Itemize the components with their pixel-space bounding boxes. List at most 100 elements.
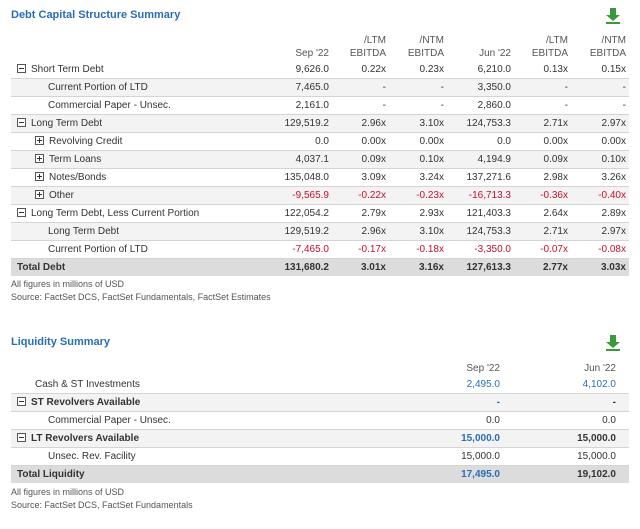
cell-value: -0.18x: [416, 244, 444, 255]
debt-header-col-3: Jun '22: [451, 34, 511, 60]
debt-section-title: Debt Capital Structure Summary: [11, 9, 181, 21]
liquidity-footnote-units: All figures in millions of USD: [11, 487, 125, 497]
expand-icon[interactable]: [35, 172, 44, 181]
row-label-text: Current Portion of LTD: [48, 82, 148, 93]
collapse-icon[interactable]: [17, 433, 26, 442]
debt-table: Short Term Debt 9,626.0 0.22x 0.23x 6,210.0 0…: [11, 61, 629, 276]
cell-value: 2.89x: [601, 208, 626, 219]
debt-header-col-0: Sep '22: [269, 34, 329, 60]
cell-value: -0.08x: [598, 244, 626, 255]
cell-value: 3.24x: [419, 172, 444, 183]
liquidity-header-col-1: Jun '22: [584, 363, 616, 374]
header-line-2: EBITDA: [407, 48, 444, 59]
total-label: Total Liquidity: [17, 469, 85, 480]
cell-value: 2.97x: [601, 226, 626, 237]
cell-value[interactable]: -: [420, 394, 500, 412]
cell-value: 0.23x: [419, 64, 444, 75]
row-label-text: Current Portion of LTD: [48, 244, 148, 255]
header-line-1: [269, 34, 329, 47]
row-label-text: Other: [49, 190, 75, 201]
table-row: ST Revolvers Available - -: [11, 394, 629, 412]
cell-value: -: [622, 82, 626, 93]
table-row: Notes/Bonds 135,048.0 3.09x 3.24x 137,271.6 2…: [11, 169, 629, 187]
cell-value[interactable]: 15,000.0: [420, 430, 500, 448]
row-label: Commercial Paper - Unsec.: [48, 97, 171, 115]
table-row: Current Portion of LTD -7,465.0 -0.17x -0.1…: [11, 241, 629, 259]
cell-value: 0.0: [602, 415, 616, 426]
cell-value: -: [440, 82, 444, 93]
row-label: Long Term Debt: [17, 115, 102, 133]
cell-value: 0.15x: [601, 64, 626, 75]
cell-value: 15,000.0: [577, 433, 616, 444]
cell-value: -: [440, 100, 444, 111]
total-value: 3.16x: [418, 262, 444, 273]
liquidity-header-col-0: Sep '22: [466, 363, 500, 374]
row-label: Commercial Paper - Unsec.: [48, 412, 171, 430]
header-line-1: /LTM: [545, 35, 568, 46]
collapse-icon[interactable]: [17, 118, 26, 127]
row-label-text: LT Revolvers Available: [31, 433, 140, 444]
row-label-text: Unsec. Rev. Facility: [48, 451, 136, 462]
download-arrow-icon[interactable]: [606, 335, 620, 351]
cell-value: 15,000.0: [577, 451, 616, 462]
row-label: Cash & ST Investments: [35, 376, 140, 394]
header-line-1: [451, 34, 511, 47]
row-label: LT Revolvers Available: [17, 430, 139, 448]
total-label: Total Debt: [17, 262, 66, 273]
row-label: Other: [35, 187, 74, 205]
cell-value[interactable]: 2,495.0: [420, 376, 500, 394]
expand-icon[interactable]: [35, 136, 44, 145]
header-line-1: /NTM: [419, 35, 444, 46]
collapse-icon[interactable]: [17, 397, 26, 406]
table-row: LT Revolvers Available 15,000.0 15,000.0: [11, 430, 629, 448]
table-row: Commercial Paper - Unsec. 0.0 0.0: [11, 412, 629, 430]
row-label: ST Revolvers Available: [17, 394, 140, 412]
debt-header-col-1: /LTM EBITDA: [326, 34, 386, 60]
row-label-text: Long Term Debt: [48, 226, 119, 237]
total-row: Total Liquidity 17,495.0 19,102.0: [11, 466, 629, 483]
header-line-2: EBITDA: [589, 48, 626, 59]
expand-icon[interactable]: [35, 190, 44, 199]
debt-header-col-2: /NTM EBITDA: [384, 34, 444, 60]
table-row: Long Term Debt 129,519.2 2.96x 3.10x 124,753…: [11, 115, 629, 133]
row-label: Unsec. Rev. Facility: [48, 448, 136, 466]
table-row: Unsec. Rev. Facility 15,000.0 15,000.0: [11, 448, 629, 466]
row-label: Notes/Bonds: [35, 169, 106, 187]
row-label-text: Cash & ST Investments: [35, 379, 140, 390]
row-label-text: Long Term Debt: [31, 118, 102, 129]
cell-value: 3.26x: [601, 172, 626, 183]
debt-header-col-4: /LTM EBITDA: [508, 34, 568, 60]
total-value[interactable]: 17,495.0: [420, 466, 500, 483]
cell-value[interactable]: 4,102.0: [536, 376, 616, 394]
liquidity-table: Cash & ST Investments 2,495.0 4,102.0 ST Re…: [11, 376, 629, 483]
cell-value: 0.10x: [601, 154, 626, 165]
row-label: Term Loans: [35, 151, 101, 169]
table-row: Long Term Debt 129,519.2 2.96x 3.10x 124,753…: [11, 223, 629, 241]
table-row: Commercial Paper - Unsec. 2,161.0- -2,860.…: [11, 97, 629, 115]
cell-value: 2.97x: [601, 118, 626, 129]
download-arrow-icon[interactable]: [606, 8, 620, 24]
total-row: Total Debt 131,680.2 3.01x 3.16x 127,613.3 2.…: [11, 259, 629, 276]
cell-value: -: [622, 100, 626, 111]
liquidity-footnote-source: Source: FactSet DCS, FactSet Fundamental…: [11, 500, 193, 510]
row-label: Current Portion of LTD: [48, 241, 148, 259]
collapse-icon[interactable]: [17, 208, 26, 217]
table-row: Long Term Debt, Less Current Portion 122,…: [11, 205, 629, 223]
cell-value: 3.10x: [419, 226, 444, 237]
cell-value: 0.00x: [419, 136, 444, 147]
cell-value: 2.93x: [419, 208, 444, 219]
row-label-text: Notes/Bonds: [49, 172, 107, 183]
cell-value: 0.0: [486, 415, 500, 426]
expand-icon[interactable]: [35, 154, 44, 163]
row-label: Short Term Debt: [17, 61, 104, 79]
row-label-text: Revolving Credit: [49, 136, 123, 147]
row-label-text: Long Term Debt, Less Current Portion: [31, 208, 200, 219]
header-line-2: EBITDA: [531, 48, 568, 59]
cell-value: 0.10x: [419, 154, 444, 165]
cell-value: 3.10x: [419, 118, 444, 129]
collapse-icon[interactable]: [17, 64, 26, 73]
header-line-2: Sep '22: [295, 48, 329, 59]
debt-footnote-source: Source: FactSet DCS, FactSet Fundamental…: [11, 292, 271, 302]
cell-value: 15,000.0: [461, 451, 500, 462]
total-value: 19,102.0: [577, 469, 616, 480]
